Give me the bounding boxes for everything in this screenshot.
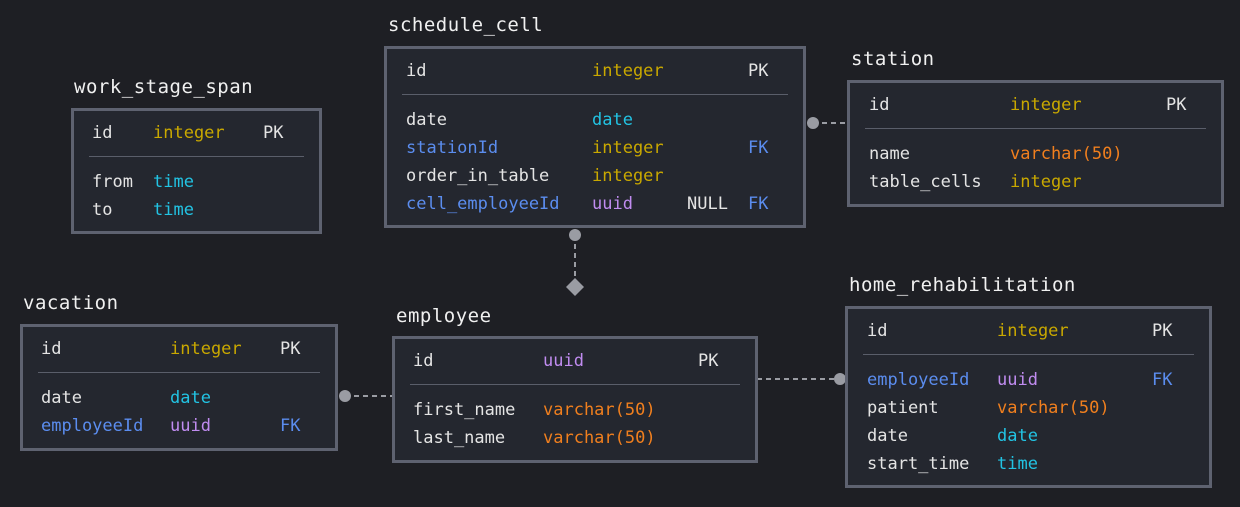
field-name: employeeId xyxy=(867,370,970,390)
field-row: to time xyxy=(74,196,319,224)
one-end-dot xyxy=(807,117,819,129)
field-name: employeeId xyxy=(41,416,144,436)
table-title: schedule_cell xyxy=(388,14,544,36)
many-end-diamond xyxy=(566,278,584,296)
field-row: cell_employeeId uuid NULL FK xyxy=(387,190,803,218)
field-key: PK xyxy=(280,339,301,359)
field-name: id xyxy=(41,339,62,359)
field-type: uuid xyxy=(543,351,584,371)
field-type: time xyxy=(153,200,194,220)
field-type: integer xyxy=(997,321,1069,341)
divider xyxy=(863,354,1194,355)
field-key: PK xyxy=(698,351,719,371)
field-name: id xyxy=(867,321,888,341)
field-name: date xyxy=(406,110,447,130)
field-type: time xyxy=(997,454,1038,474)
field-key: FK xyxy=(748,194,769,214)
field-name: date xyxy=(867,426,908,446)
field-type: time xyxy=(153,172,194,192)
one-end-dot xyxy=(569,229,581,241)
field-row: patient varchar(50) xyxy=(848,394,1209,422)
field-name: id xyxy=(413,351,434,371)
field-row: employeeId uuid FK xyxy=(23,412,335,440)
primary-key-row: id integer PK xyxy=(387,57,803,85)
field-key: PK xyxy=(1166,95,1187,115)
table-station[interactable]: id integer PK name varchar(50) table_cells int… xyxy=(847,80,1224,207)
field-name: from xyxy=(92,172,133,192)
field-name: name xyxy=(869,144,910,164)
field-name: table_cells xyxy=(869,172,982,192)
table-title: station xyxy=(851,48,935,70)
field-name: stationId xyxy=(406,138,499,158)
field-name: first_name xyxy=(413,400,516,420)
field-type: varchar(50) xyxy=(1010,144,1123,164)
table-employee[interactable]: id uuid PK first_name varchar(50) last_name va… xyxy=(392,336,758,463)
field-name: id xyxy=(92,123,113,143)
primary-key-row: id integer PK xyxy=(23,335,335,363)
field-row: last_name varchar(50) xyxy=(395,424,755,452)
field-type: uuid xyxy=(592,194,633,214)
field-row: name varchar(50) xyxy=(850,140,1221,168)
table-vacation[interactable]: id integer PK date date employeeId uuid FK xyxy=(20,324,338,451)
divider xyxy=(89,156,304,157)
table-title: work_stage_span xyxy=(74,76,254,98)
field-type: date xyxy=(592,110,633,130)
field-type: uuid xyxy=(997,370,1038,390)
field-type: integer xyxy=(592,138,664,158)
field-null: NULL xyxy=(687,194,728,214)
field-type: integer xyxy=(1010,172,1082,192)
field-name: start_time xyxy=(867,454,970,474)
field-type: integer xyxy=(170,339,242,359)
table-title: employee xyxy=(396,305,492,327)
field-row: order_in_table integer xyxy=(387,162,803,190)
table-title: vacation xyxy=(23,292,119,314)
field-name: to xyxy=(92,200,113,220)
field-row: table_cells integer xyxy=(850,168,1221,196)
table-schedule_cell[interactable]: id integer PK date date stationId integer FK ord… xyxy=(384,46,806,228)
field-name: last_name xyxy=(413,428,506,448)
field-name: id xyxy=(869,95,890,115)
field-key: PK xyxy=(748,61,769,81)
field-name: patient xyxy=(867,398,939,418)
field-row: date date xyxy=(23,384,335,412)
table-work_stage_span[interactable]: id integer PK from time to time xyxy=(71,108,322,234)
primary-key-row: id uuid PK xyxy=(395,347,755,375)
divider xyxy=(410,384,740,385)
primary-key-row: id integer PK xyxy=(74,119,319,147)
table-home_rehabilitation[interactable]: id integer PK employeeId uuid FK patient varcha… xyxy=(845,306,1212,488)
field-name: date xyxy=(41,388,82,408)
field-type: date xyxy=(170,388,211,408)
field-type: uuid xyxy=(170,416,211,436)
primary-key-row: id integer PK xyxy=(848,317,1209,345)
field-row: employeeId uuid FK xyxy=(848,366,1209,394)
divider xyxy=(38,372,320,373)
field-type: varchar(50) xyxy=(997,398,1110,418)
field-type: varchar(50) xyxy=(543,400,656,420)
field-key: FK xyxy=(1152,370,1173,390)
field-key: FK xyxy=(280,416,301,436)
field-type: integer xyxy=(592,166,664,186)
divider xyxy=(865,128,1206,129)
field-type: varchar(50) xyxy=(543,428,656,448)
table-title: home_rehabilitation xyxy=(849,274,1076,296)
field-row: date date xyxy=(848,422,1209,450)
field-row: date date xyxy=(387,106,803,134)
field-name: id xyxy=(406,61,427,81)
field-row: stationId integer FK xyxy=(387,134,803,162)
field-key: PK xyxy=(263,123,284,143)
field-type: integer xyxy=(153,123,225,143)
field-type: date xyxy=(997,426,1038,446)
field-row: start_time time xyxy=(848,450,1209,478)
divider xyxy=(402,94,788,95)
field-type: integer xyxy=(1010,95,1082,115)
primary-key-row: id integer PK xyxy=(850,91,1221,119)
field-type: integer xyxy=(592,61,664,81)
one-end-dot xyxy=(339,390,351,402)
field-name: order_in_table xyxy=(406,166,550,186)
field-key: PK xyxy=(1152,321,1173,341)
field-key: FK xyxy=(748,138,769,158)
field-row: first_name varchar(50) xyxy=(395,396,755,424)
field-row: from time xyxy=(74,168,319,196)
field-name: cell_employeeId xyxy=(406,194,560,214)
